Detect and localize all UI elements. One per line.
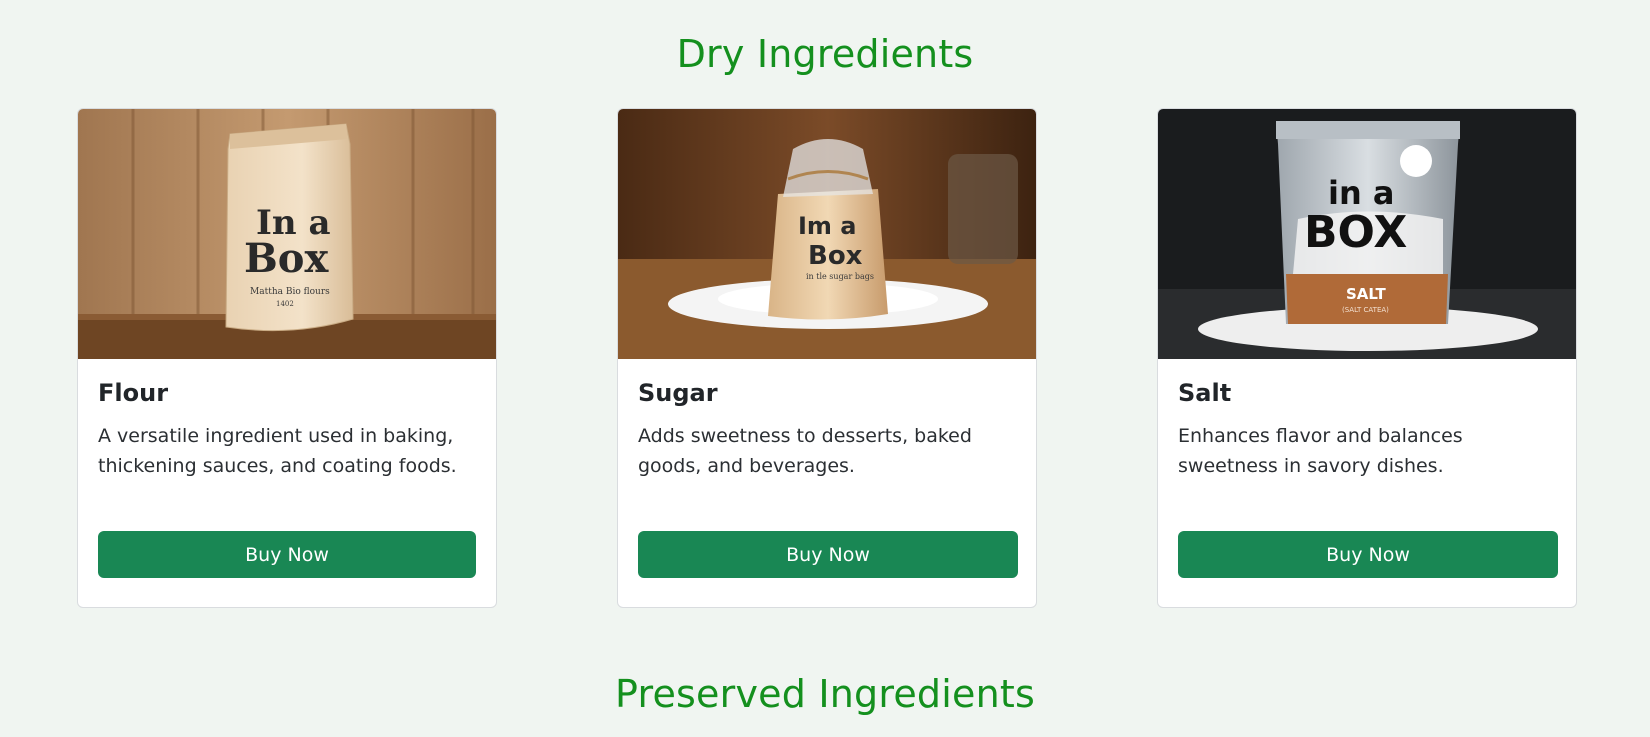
svg-text:1402: 1402 bbox=[276, 300, 294, 308]
buy-now-button-sugar[interactable]: Buy Now bbox=[638, 531, 1018, 578]
card-title: Flour bbox=[98, 379, 169, 407]
svg-text:Box: Box bbox=[244, 235, 329, 282]
buy-now-button-flour[interactable]: Buy Now bbox=[98, 531, 476, 578]
card-title: Salt bbox=[1178, 379, 1232, 407]
sugar-product-image: Im a Box in tle sugar bags bbox=[618, 109, 1036, 359]
svg-text:Box: Box bbox=[808, 241, 863, 271]
card-title: Sugar bbox=[638, 379, 718, 407]
salt-product-image: in a BOX SALT (SALT CATEA) bbox=[1158, 109, 1576, 359]
svg-text:Im a: Im a bbox=[798, 212, 857, 240]
card-description: Enhances flavor and balances sweetness i… bbox=[1178, 425, 1463, 477]
product-card-flour: In a Box Mattha Bio flours 1402 Flour A … bbox=[77, 108, 497, 608]
section-title-dry-ingredients: Dry Ingredients bbox=[676, 32, 974, 76]
buy-now-button-salt[interactable]: Buy Now bbox=[1178, 531, 1558, 578]
svg-text:Mattha Bio flours: Mattha Bio flours bbox=[250, 287, 330, 297]
product-card-sugar: Im a Box in tle sugar bags Sugar Adds sw… bbox=[617, 108, 1037, 608]
card-description: Adds sweetness to desserts, baked goods,… bbox=[638, 425, 972, 477]
flour-product-image: In a Box Mattha Bio flours 1402 bbox=[78, 109, 496, 359]
card-description: A versatile ingredient used in baking, t… bbox=[98, 425, 457, 477]
svg-text:in tle sugar bags: in tle sugar bags bbox=[806, 272, 874, 281]
svg-text:(SALT CATEA): (SALT CATEA) bbox=[1342, 306, 1389, 314]
svg-text:SALT: SALT bbox=[1346, 285, 1386, 303]
section-title-preserved-ingredients: Preserved Ingredients bbox=[615, 672, 1035, 716]
product-card-salt: in a BOX SALT (SALT CATEA) Salt Enhances… bbox=[1157, 108, 1577, 608]
svg-text:BOX: BOX bbox=[1304, 207, 1407, 258]
